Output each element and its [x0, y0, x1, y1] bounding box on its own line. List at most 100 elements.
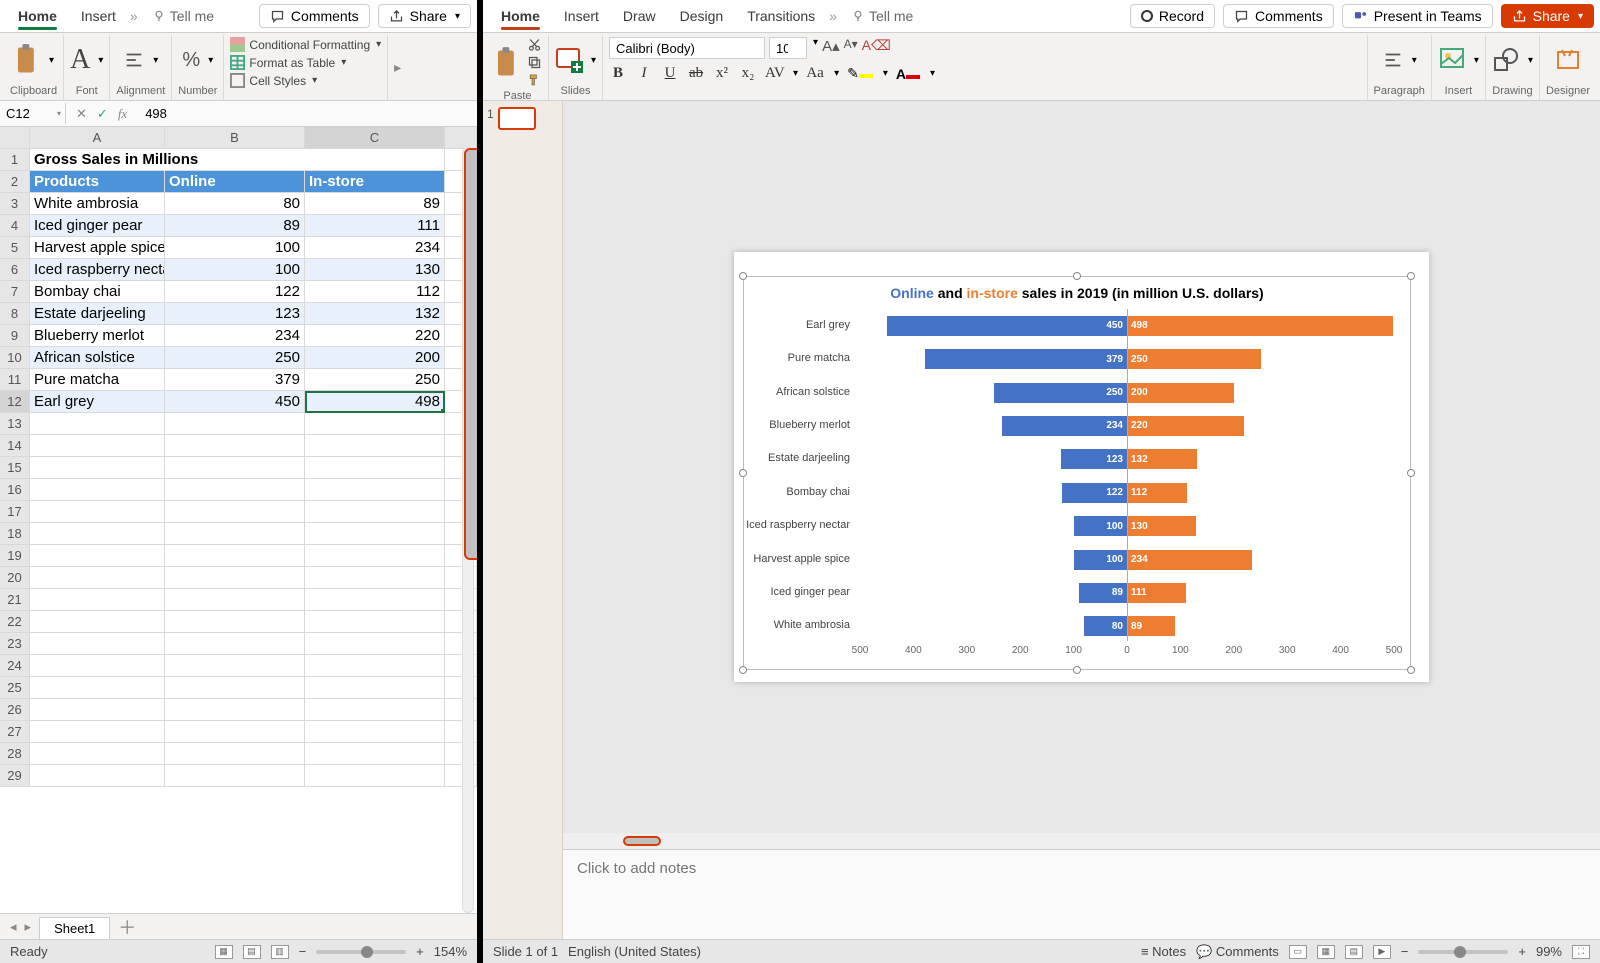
zoom-slider[interactable]: [316, 950, 406, 954]
view-reading[interactable]: ▤: [1345, 945, 1363, 959]
confirm-icon[interactable]: ✓: [97, 106, 108, 122]
axis-tick: 100: [1172, 645, 1189, 656]
category-label: Estate darjeeling: [740, 452, 850, 464]
group-clipboard[interactable]: ▾ Clipboard: [4, 35, 64, 100]
chart-object[interactable]: Online and in-store sales in 2019 (in mi…: [743, 276, 1411, 670]
strike-button[interactable]: ab: [687, 65, 705, 82]
copy-icon[interactable]: [527, 55, 542, 70]
zoom-out[interactable]: −: [299, 944, 307, 959]
cell-styles[interactable]: Cell Styles▾: [230, 73, 381, 88]
group-styles[interactable]: Conditional Formatting▾ Format as Table▾…: [224, 35, 388, 100]
format-as-table[interactable]: Format as Table▾: [230, 55, 381, 70]
group-alignment[interactable]: ▾ Alignment: [110, 35, 172, 100]
subscript-button[interactable]: x₂: [739, 65, 757, 82]
bar-instore: 111: [1127, 583, 1186, 603]
record-button[interactable]: Record: [1130, 4, 1215, 28]
notes-pane[interactable]: Click to add notes: [563, 849, 1600, 939]
tab-insert[interactable]: Insert: [69, 2, 128, 30]
char-spacing-button[interactable]: AV: [765, 65, 783, 82]
highlight-button[interactable]: ✎: [847, 65, 873, 82]
category-label: African solstice: [740, 386, 850, 398]
zoom-in[interactable]: +: [1518, 944, 1526, 959]
tab-draw[interactable]: Draw: [611, 2, 668, 30]
share-button[interactable]: Share▾: [1501, 4, 1594, 28]
tab-home[interactable]: Home: [489, 2, 552, 30]
fx-icon[interactable]: fx: [118, 106, 127, 122]
present-in-teams-button[interactable]: Present in Teams: [1342, 4, 1493, 28]
share-button[interactable]: Share▾: [378, 4, 471, 28]
superscript-button[interactable]: x²: [713, 65, 731, 82]
name-box[interactable]: C12: [0, 103, 66, 124]
group-paste[interactable]: Paste: [487, 35, 549, 100]
bar-online: 122: [1062, 483, 1127, 503]
sheet-nav-prev[interactable]: ◂: [10, 919, 17, 935]
grow-font-icon[interactable]: A▴: [822, 37, 840, 59]
axis-tick: 500: [852, 645, 869, 656]
bar-online: 379: [925, 349, 1127, 369]
horizontal-scrollbar[interactable]: [563, 833, 1600, 849]
zoom-out[interactable]: −: [1401, 944, 1409, 959]
tab-overflow[interactable]: »: [827, 8, 839, 24]
italic-button[interactable]: I: [635, 65, 653, 82]
group-drawing[interactable]: ▾ Drawing: [1486, 35, 1540, 100]
cut-icon[interactable]: [527, 37, 542, 52]
bold-button[interactable]: B: [609, 65, 627, 82]
table-icon: [230, 55, 245, 70]
tab-overflow[interactable]: »: [128, 8, 140, 24]
tab-design[interactable]: Design: [668, 2, 736, 30]
bar-online: 100: [1074, 550, 1127, 570]
tell-me[interactable]: Tell me: [839, 2, 925, 30]
group-font[interactable]: A▾ Font: [64, 35, 110, 100]
sheet-nav-next[interactable]: ▸: [25, 919, 32, 935]
tell-me[interactable]: Tell me: [140, 2, 226, 30]
bar-online: 80: [1084, 616, 1127, 636]
view-normal[interactable]: ▦: [215, 945, 233, 959]
view-slideshow[interactable]: ▶: [1373, 945, 1391, 959]
slide-thumbnail[interactable]: [498, 107, 536, 130]
zoom-value[interactable]: 99%: [1536, 944, 1562, 959]
fit-to-window[interactable]: ⛶: [1572, 945, 1590, 959]
category-label: Bombay chai: [740, 486, 850, 498]
comments-toggle[interactable]: 💬 Comments: [1196, 944, 1279, 960]
view-page[interactable]: ▤: [243, 945, 261, 959]
font-name-select[interactable]: [609, 37, 765, 59]
zoom-value[interactable]: 154%: [434, 944, 467, 959]
underline-button[interactable]: U: [661, 65, 679, 82]
zoom-in[interactable]: +: [416, 944, 424, 959]
language[interactable]: English (United States): [568, 944, 701, 959]
tab-transitions[interactable]: Transitions: [735, 2, 827, 30]
format-painter-icon[interactable]: [527, 73, 542, 88]
tab-home[interactable]: Home: [6, 2, 69, 30]
cancel-icon[interactable]: ✕: [76, 106, 87, 122]
sheet-tab[interactable]: Sheet1: [39, 917, 110, 939]
notes-toggle[interactable]: ≡ Notes: [1141, 944, 1186, 959]
comments-button[interactable]: Comments: [1223, 4, 1334, 28]
group-insert[interactable]: ▾ Insert: [1432, 35, 1486, 100]
sheet-tab-bar: ◂ ▸ Sheet1 ＋: [0, 913, 477, 939]
conditional-formatting[interactable]: Conditional Formatting▾: [230, 37, 381, 52]
add-sheet[interactable]: ＋: [118, 914, 136, 940]
clear-format-icon[interactable]: A⌫: [862, 37, 891, 59]
formula-input[interactable]: 498: [137, 103, 175, 124]
tab-insert[interactable]: Insert: [552, 2, 611, 30]
group-designer[interactable]: Designer: [1540, 35, 1596, 100]
shrink-font-icon[interactable]: A▾: [844, 37, 858, 59]
category-label: Blueberry merlot: [740, 419, 850, 431]
group-number[interactable]: %▾ Number: [172, 35, 224, 100]
zoom-slider[interactable]: [1418, 950, 1508, 954]
slide-canvas[interactable]: Online and in-store sales in 2019 (in mi…: [563, 101, 1600, 833]
ribbon-overflow[interactable]: ▸: [388, 35, 407, 100]
change-case-button[interactable]: Aa: [806, 65, 824, 82]
font-color-button[interactable]: A: [896, 66, 920, 82]
view-sorter[interactable]: ▦: [1317, 945, 1335, 959]
view-normal[interactable]: ▭: [1289, 945, 1307, 959]
group-paragraph[interactable]: ▾ Paragraph: [1368, 35, 1432, 100]
font-size-select[interactable]: [769, 37, 807, 59]
bulb-icon: [851, 9, 865, 23]
group-slides[interactable]: ▾ Slides: [549, 35, 603, 100]
comments-button[interactable]: Comments: [259, 4, 370, 28]
thumb-number: 1: [487, 107, 494, 121]
vertical-scrollbar[interactable]: [462, 147, 474, 913]
view-break[interactable]: ▥: [271, 945, 289, 959]
slide-counter: Slide 1 of 1: [493, 944, 558, 959]
